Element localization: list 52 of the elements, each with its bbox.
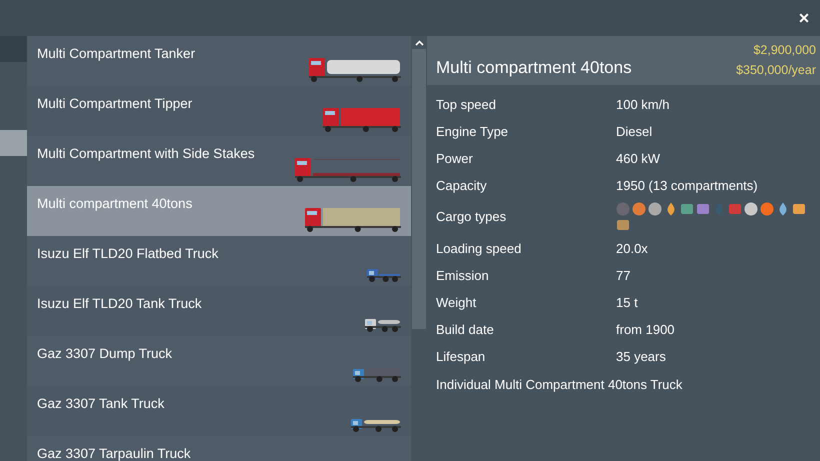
scroll-up-icon[interactable] bbox=[414, 40, 424, 46]
price: $2,900,000 bbox=[753, 42, 816, 59]
spec-label: Capacity bbox=[436, 176, 488, 195]
block-icon bbox=[696, 202, 710, 216]
vehicle-name: Multi Compartment Tipper bbox=[37, 96, 192, 111]
vehicle-list-item[interactable]: Gaz 3307 Tarpaulin Truck bbox=[27, 436, 411, 461]
vehicle-name: Multi compartment 40tons bbox=[37, 196, 192, 211]
vehicle-name: Gaz 3307 Tarpaulin Truck bbox=[37, 446, 191, 461]
vehicle-name: Multi Compartment Tanker bbox=[37, 46, 196, 61]
spec-value: Diesel bbox=[616, 122, 652, 141]
vehicle-list-item[interactable]: Multi Compartment Tanker bbox=[27, 36, 411, 86]
side-tab[interactable] bbox=[0, 130, 27, 156]
spec-label: Weight bbox=[436, 294, 478, 312]
vehicle-list-item[interactable]: Isuzu Elf TLD20 Flatbed Truck bbox=[27, 236, 411, 286]
spec-label: Emission bbox=[436, 266, 490, 285]
spec-label: Power bbox=[436, 150, 474, 168]
stone-icon bbox=[616, 202, 630, 216]
spec-value: 35 years bbox=[616, 348, 666, 366]
barrel-icon bbox=[680, 202, 694, 216]
vehicle-list-item[interactable]: Multi Compartment with Side Stakes bbox=[27, 136, 411, 186]
spec-value: from 1900 bbox=[616, 320, 675, 339]
brick-icon bbox=[728, 202, 742, 216]
spec-value: 100 km/h bbox=[616, 96, 670, 114]
spec-value: 1950 (13 compartments) bbox=[616, 176, 758, 195]
scrollbar-thumb[interactable] bbox=[412, 49, 426, 329]
truck-drawing bbox=[353, 365, 401, 383]
vehicle-name: Isuzu Elf TLD20 Flatbed Truck bbox=[37, 246, 218, 261]
spec-label: Loading speed bbox=[436, 240, 522, 258]
spec-value: 460 kW bbox=[616, 150, 660, 168]
running-cost: $350,000/year bbox=[736, 62, 816, 79]
crate-icon bbox=[616, 218, 630, 232]
spec-value: 77 bbox=[616, 266, 630, 285]
spec-value: 15 t bbox=[616, 294, 638, 312]
spec-label: Lifespan bbox=[436, 348, 486, 366]
spec-label: Engine Type bbox=[436, 122, 510, 141]
vehicle-list-item[interactable]: Gaz 3307 Tank Truck bbox=[27, 386, 411, 436]
ore-icon bbox=[632, 202, 646, 216]
vehicle-name: Multi Compartment with Side Stakes bbox=[37, 146, 255, 161]
vehicle-name: Gaz 3307 Tank Truck bbox=[37, 396, 164, 411]
close-button[interactable]: × bbox=[792, 6, 816, 30]
vehicle-list-item[interactable]: Gaz 3307 Dump Truck bbox=[27, 336, 411, 386]
vehicle-list-item[interactable]: Multi Compartment Tipper bbox=[27, 86, 411, 136]
spec-value: 20.0x bbox=[616, 240, 648, 258]
spec-label: Cargo types bbox=[436, 208, 508, 226]
vehicle-title: Multi compartment 40tons bbox=[436, 56, 632, 78]
spec-label: Build date bbox=[436, 320, 495, 339]
vehicle-name: Gaz 3307 Dump Truck bbox=[37, 346, 172, 361]
spec-label: Top speed bbox=[436, 96, 497, 114]
side-tab[interactable] bbox=[0, 36, 27, 62]
vehicle-list-item[interactable]: Isuzu Elf TLD20 Tank Truck bbox=[27, 286, 411, 336]
vehicle-description: Individual Multi Compartment 40tons Truck bbox=[436, 376, 684, 394]
vehicle-name: Isuzu Elf TLD20 Tank Truck bbox=[37, 296, 202, 311]
